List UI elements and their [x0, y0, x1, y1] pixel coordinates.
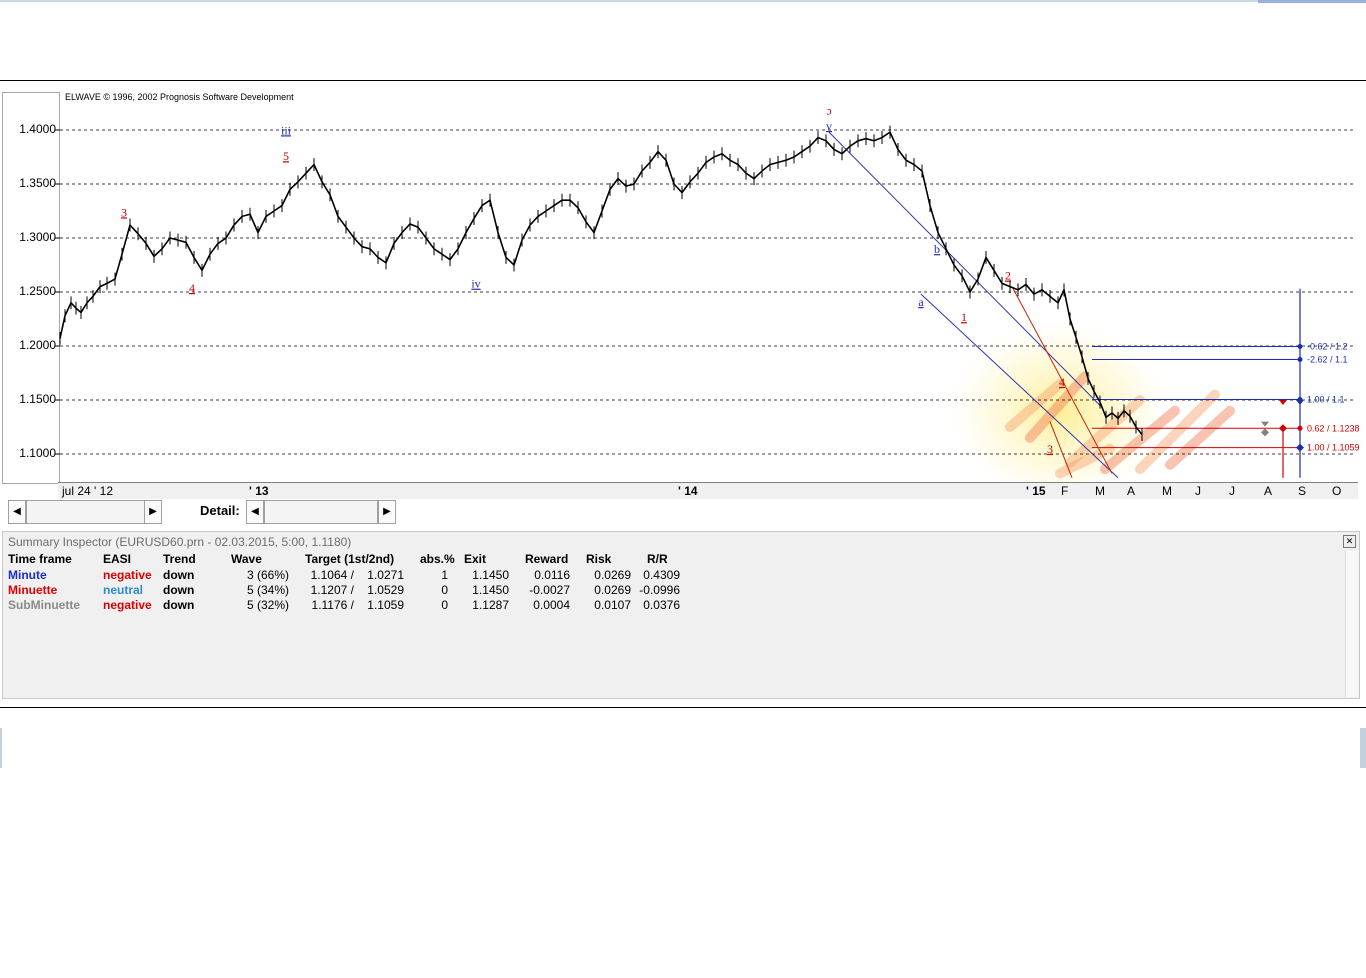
wave-label: b — [934, 242, 940, 256]
y-tick-label: 1.1500 — [19, 392, 56, 406]
target-marker-blue — [1296, 400, 1304, 405]
level-dot — [1297, 357, 1303, 362]
cell-rr: -0.0996 — [639, 583, 680, 597]
y-tick-label: 1.4000 — [19, 122, 56, 136]
x-label-jul: J — [1229, 484, 1235, 498]
window-top-border — [0, 0, 1366, 2]
target-marker-red — [1279, 400, 1287, 405]
diamond-blue — [1296, 443, 1304, 452]
summary-inspector-panel — [2, 531, 1360, 699]
x-label-14: ' 14 — [678, 484, 698, 498]
wave-label: 3 — [121, 205, 127, 219]
y-tick-label: 1.2500 — [19, 284, 56, 298]
cell-timeframe: Minuette — [8, 583, 58, 597]
level-label: 1.00 / 1.1059 — [1307, 443, 1360, 453]
cell-trend: down — [163, 568, 195, 582]
scroll-left-button[interactable]: ◀ — [8, 500, 26, 524]
x-label-jun: J — [1195, 484, 1201, 498]
desktop-edge-right — [1360, 728, 1366, 768]
y-tick-label: 1.1000 — [19, 446, 56, 460]
detail-left-button[interactable]: ◀ — [246, 500, 264, 524]
col-header-risk: Risk — [586, 552, 612, 566]
cell-timeframe: Minute — [8, 568, 47, 582]
chart-scrollbar[interactable] — [26, 500, 146, 524]
x-label-sep: S — [1298, 484, 1307, 498]
y-tick-label: 1.3000 — [19, 230, 56, 244]
col-header-trend: Trend — [163, 552, 196, 566]
cell-trend: down — [163, 598, 195, 612]
col-header-wave: Wave — [231, 552, 262, 566]
x-label-mar: M — [1095, 484, 1105, 498]
level-dot — [1297, 425, 1303, 431]
x-label-15: ' 15 — [1026, 484, 1046, 498]
level-label: -0.62 / 1.2 — [1307, 342, 1348, 352]
col-header-exit: Exit — [464, 552, 487, 566]
x-label-jul12: jul 24 ' 12 — [62, 484, 113, 498]
price-chart[interactable]: -0.62 / 1.2 -2.62 / 1.1 1.00 / 1.1 0.62 / 1… — [0, 80, 1366, 490]
detail-label: Detail: — [200, 503, 240, 518]
desktop-edge-left — [0, 728, 2, 768]
x-label-13: ' 13 — [249, 484, 269, 498]
level-label: 1.00 / 1.1 — [1307, 394, 1345, 404]
wave-label-top: ɔ — [826, 104, 831, 118]
detail-right-button[interactable]: ▶ — [378, 500, 396, 524]
wave-label: iv — [471, 277, 480, 291]
cell-easi: negative — [103, 568, 152, 582]
wave-label: 5 — [283, 149, 289, 163]
wave-label: 1 — [961, 310, 967, 324]
level-dot — [1297, 344, 1303, 350]
wave-label: 3 — [1047, 442, 1053, 456]
cell-rr: 0.0376 — [643, 598, 680, 612]
wave-label: v — [826, 119, 832, 133]
x-label-feb: F — [1061, 484, 1069, 498]
wave-label: 2 — [1005, 269, 1011, 283]
level-label: 0.62 / 1.1238 — [1307, 423, 1360, 433]
x-label-apr: A — [1127, 484, 1136, 498]
cell-easi: neutral — [103, 583, 144, 597]
close-icon[interactable]: ✕ — [1343, 535, 1356, 548]
col-header-abs: abs.% — [420, 552, 455, 566]
cell-trend: down — [163, 583, 195, 597]
window-top-accent — [1258, 0, 1366, 3]
detail-slider[interactable] — [264, 500, 378, 524]
wave-labels: 3 4 5 iii iv v b a 1 2 3 4 ɔ — [121, 104, 1065, 456]
col-header-target: Target (1st/2nd) — [305, 552, 395, 566]
x-label-oct: O — [1332, 484, 1342, 498]
col-header-reward: Reward — [525, 552, 569, 566]
wave-label: 4 — [189, 281, 195, 295]
projection-heatmap — [940, 310, 1235, 490]
scroll-right-button[interactable]: ▶ — [144, 500, 162, 524]
wave-label: iii — [281, 123, 292, 137]
cell-timeframe: SubMinuette — [8, 598, 80, 612]
diamond-red — [1279, 424, 1287, 433]
diamond-grey — [1261, 428, 1269, 437]
target-marker-grey — [1261, 421, 1269, 427]
wave-label: 4 — [1059, 375, 1065, 389]
x-label-aug: A — [1264, 484, 1273, 498]
col-header-timeframe: Time frame — [8, 552, 72, 566]
cell-easi: negative — [103, 598, 152, 612]
y-tick-label: 1.3500 — [19, 176, 56, 190]
inspector-scrollbar[interactable] — [1345, 551, 1358, 697]
wave-label: a — [918, 295, 924, 309]
y-tick-label: 1.2000 — [19, 338, 56, 352]
x-label-may: M — [1162, 484, 1172, 498]
level-label: -2.62 / 1.1 — [1307, 355, 1348, 365]
inspector-title: Summary Inspector (EURUSD60.prn - 02.03.… — [8, 535, 352, 549]
cell-rr: 0.4309 — [643, 568, 680, 582]
col-header-easi: EASI — [103, 552, 132, 566]
col-header-rr: R/R — [647, 552, 668, 566]
